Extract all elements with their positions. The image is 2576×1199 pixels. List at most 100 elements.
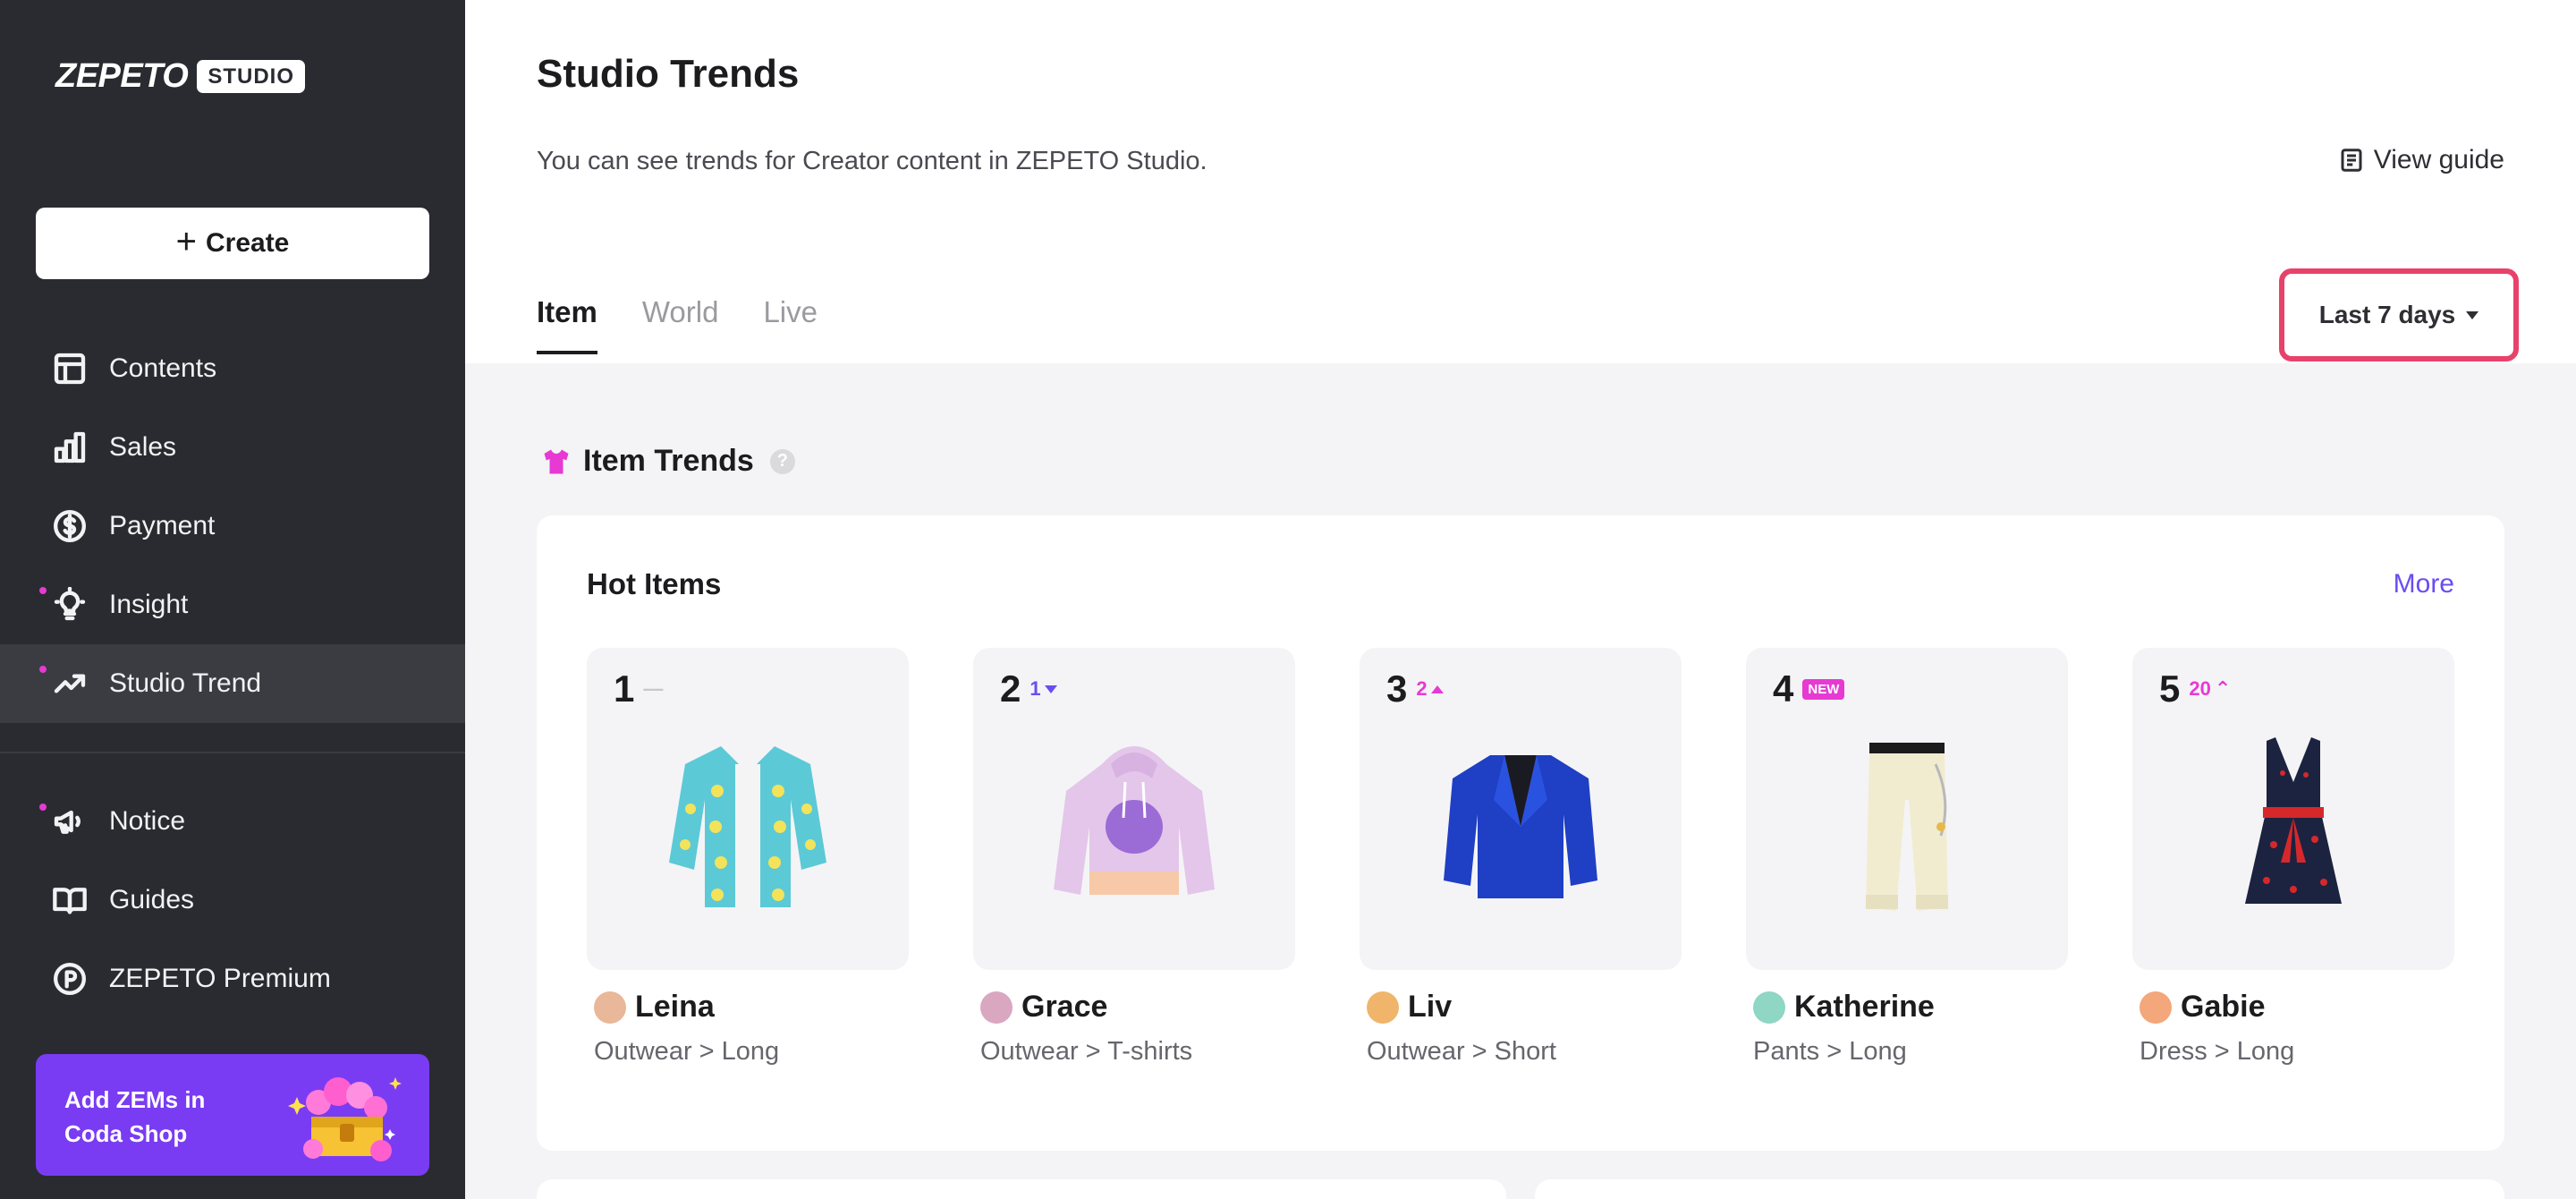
rank-number: 4 <box>1773 668 1794 710</box>
section-title: Item Trends <box>583 444 754 478</box>
sidebar-item-zepeto-premium[interactable]: ZEPETO Premium <box>0 940 465 1018</box>
hot-item-card[interactable]: 3 2 Liv Outwear > Short <box>1360 648 1682 1067</box>
sidebar-item-contents[interactable]: Contents <box>0 329 465 408</box>
promo-line-2: Coda Shop <box>64 1120 188 1147</box>
plus-icon: + <box>175 222 197 261</box>
arrow-down-icon <box>1044 685 1057 693</box>
tab-world[interactable]: World <box>642 295 719 354</box>
hot-item-card[interactable]: 5 20 ⌃ Gabie Dress > Long <box>2132 648 2454 1067</box>
rank-change-value: 2 <box>1416 677 1428 700</box>
view-guide-link[interactable]: View guide <box>2338 145 2504 175</box>
promo-line-1: Add ZEMs in <box>64 1086 206 1113</box>
notification-dot <box>39 587 47 594</box>
rank-indicator: 1 — <box>614 668 663 710</box>
cherry-dress-image <box>2245 737 2342 904</box>
arrow-up-icon <box>1430 685 1444 693</box>
sidebar-item-label: Sales <box>109 432 177 462</box>
sidebar-item-studio-trend[interactable]: Studio Trend <box>0 644 465 723</box>
hot-item-card[interactable]: 4 NEW Katherine Pants > Long <box>1746 648 2068 1067</box>
new-badge: NEW <box>1802 678 1845 700</box>
help-icon[interactable]: ? <box>769 448 795 474</box>
creator-info[interactable]: Gabie <box>2132 990 2454 1025</box>
sidebar-item-notice[interactable]: Notice <box>0 782 465 861</box>
creator-name: Grace <box>1021 990 1108 1024</box>
premium-p-icon <box>50 959 89 999</box>
more-link[interactable]: More <box>2394 569 2454 600</box>
layout-icon <box>50 349 89 388</box>
short-blazer-image <box>1444 755 1597 898</box>
creator-name: Liv <box>1408 990 1453 1024</box>
book-icon <box>50 880 89 920</box>
double-chevron-up-icon: ⌃ <box>2214 677 2232 700</box>
promo-text: Add ZEMs in Coda Shop <box>64 1083 270 1151</box>
sidebar-item-label: Insight <box>109 590 189 619</box>
shirt-icon <box>544 449 569 473</box>
primary-nav: Contents Sales Payment Insight Studio Tr… <box>0 329 465 723</box>
next-card-left <box>537 1179 1506 1199</box>
item-thumbnail[interactable]: 3 2 <box>1360 648 1682 970</box>
document-icon <box>2341 149 2362 172</box>
item-thumbnail[interactable]: 1 — <box>587 648 909 970</box>
view-guide-label: View guide <box>2373 145 2504 174</box>
tab-item[interactable]: Item <box>537 295 597 354</box>
sidebar-item-label: Guides <box>109 885 195 914</box>
lightbulb-icon <box>50 585 89 625</box>
period-selected-value: Last 7 days <box>2318 301 2456 328</box>
tab-live[interactable]: Live <box>763 295 818 354</box>
megaphone-icon <box>50 802 89 841</box>
zepeto-studio-logo[interactable]: ZEPETO STUDIO <box>55 57 306 96</box>
sidebar-item-label: Notice <box>109 806 186 836</box>
long-pants-image <box>1866 743 1948 911</box>
creator-name: Leina <box>635 990 715 1024</box>
rank-change-down: 1 <box>1030 677 1057 701</box>
period-dropdown[interactable]: Last 7 days <box>2279 268 2519 361</box>
avatar <box>980 991 1013 1024</box>
sidebar: ZEPETO STUDIO + Create Contents Sales Pa… <box>0 0 465 1199</box>
rank-change-jump: 20 ⌃ <box>2189 677 2231 701</box>
caret-down-icon <box>2466 310 2479 319</box>
promo-banner-zems[interactable]: Add ZEMs in Coda Shop <box>36 1054 429 1176</box>
create-button-label: Create <box>205 228 290 258</box>
creator-info[interactable]: Liv <box>1360 990 1682 1025</box>
item-thumbnail[interactable]: 5 20 ⌃ <box>2132 648 2454 970</box>
rank-number: 1 <box>614 668 635 710</box>
item-thumbnail[interactable]: 2 1 <box>973 648 1295 970</box>
sidebar-item-insight[interactable]: Insight <box>0 565 465 644</box>
next-card-right <box>1535 1179 2504 1199</box>
item-category: Outwear > T-shirts <box>980 1037 1193 1066</box>
sidebar-item-label: ZEPETO Premium <box>109 964 331 993</box>
rank-indicator: 4 NEW <box>1773 668 1845 710</box>
create-button[interactable]: + Create <box>36 208 429 279</box>
item-category: Pants > Long <box>1753 1037 1907 1066</box>
bar-chart-icon <box>50 428 89 467</box>
notification-dot <box>39 804 47 811</box>
item-thumbnail[interactable]: 4 NEW <box>1746 648 2068 970</box>
rank-indicator: 2 1 <box>1000 668 1057 710</box>
hot-item-card[interactable]: 1 — Leina Outwear > Long <box>587 648 909 1067</box>
creator-info[interactable]: Katherine <box>1746 990 2068 1025</box>
page-title: Studio Trends <box>537 52 800 96</box>
sidebar-item-sales[interactable]: Sales <box>0 408 465 487</box>
cropped-hoodie-image <box>1054 746 1215 895</box>
rank-indicator: 3 2 <box>1386 668 1444 710</box>
rank-number: 2 <box>1000 668 1021 710</box>
avatar <box>1753 991 1785 1024</box>
rank-number: 3 <box>1386 668 1408 710</box>
dollar-circle-icon <box>50 506 89 546</box>
creator-info[interactable]: Grace <box>973 990 1295 1025</box>
item-category: Outwear > Long <box>594 1037 780 1066</box>
creator-info[interactable]: Leina <box>587 990 909 1025</box>
sidebar-item-label: Studio Trend <box>109 668 262 698</box>
nav-divider <box>0 752 465 753</box>
rank-number: 5 <box>2159 668 2181 710</box>
sidebar-item-payment[interactable]: Payment <box>0 487 465 565</box>
sidebar-item-guides[interactable]: Guides <box>0 861 465 940</box>
rank-change-up: 2 <box>1416 677 1444 701</box>
item-trends-heading: Item Trends ? <box>540 444 795 479</box>
hot-item-card[interactable]: 2 1 Grace Outwear > T-shirts <box>973 648 1295 1067</box>
sidebar-item-label: Contents <box>109 353 217 383</box>
rank-indicator: 5 20 ⌃ <box>2159 668 2231 710</box>
item-category: Outwear > Short <box>1367 1037 1556 1066</box>
logo-wordmark: ZEPETO <box>55 57 189 95</box>
rank-change-unchanged: — <box>643 677 664 700</box>
